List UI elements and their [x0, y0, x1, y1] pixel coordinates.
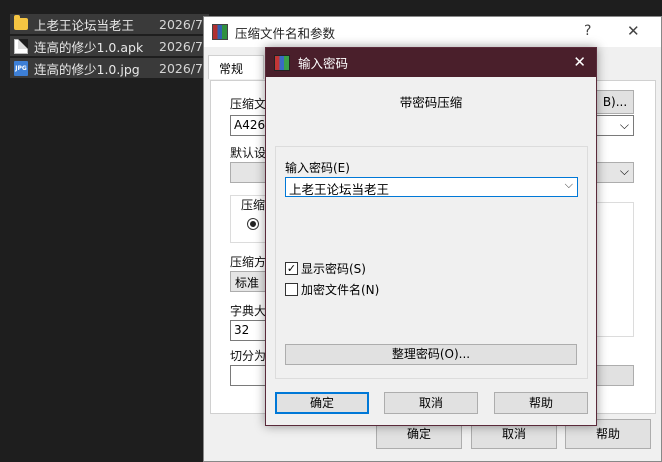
dictionary-size-select[interactable]: 32: [230, 320, 270, 341]
split-volumes-label: 切分为: [230, 349, 267, 363]
close-icon[interactable]: ✕: [573, 53, 586, 71]
encrypt-filenames-checkbox[interactable]: 加密文件名(N): [285, 281, 379, 298]
compression-method-select[interactable]: 标准: [230, 271, 270, 292]
folder-icon: [14, 15, 28, 30]
file-row-apk[interactable]: 连高的修少1.0.apk 2026/7/: [10, 36, 209, 56]
chevron-down-icon: ⌵: [619, 118, 629, 132]
close-icon[interactable]: ✕: [627, 22, 640, 40]
file-name: 上老王论坛当老王: [34, 17, 135, 33]
update-mode-select[interactable]: ⌵: [596, 162, 634, 183]
winrar-icon: [274, 54, 290, 71]
archive-format-label: 压缩: [239, 196, 268, 213]
split-volumes-input[interactable]: [230, 365, 270, 386]
file-date: 2026/7/: [159, 60, 208, 76]
default-profile-label: 默认设: [230, 146, 267, 160]
dictionary-size-label: 字典大: [230, 304, 267, 318]
password-ok-button[interactable]: 确定: [275, 392, 369, 414]
organize-passwords-button[interactable]: 整理密码(O)...: [285, 344, 577, 365]
file-date: 2026/7/: [159, 16, 208, 32]
password-cancel-button[interactable]: 取消: [384, 392, 478, 414]
archive-dialog-title: 压缩文件名和参数: [235, 25, 336, 41]
archive-dialog-titlebar: 压缩文件名和参数 ? ✕: [204, 17, 661, 47]
compression-method-label: 压缩方: [230, 255, 267, 269]
file-row-jpg[interactable]: JPG 连高的修少1.0.jpg 2026/7/: [10, 58, 209, 78]
show-password-label: 显示密码(S): [301, 262, 366, 276]
password-dialog-titlebar: 输入密码 ✕: [266, 48, 596, 77]
password-label: 输入密码(E): [285, 161, 350, 175]
password-dialog-heading: 带密码压缩: [399, 95, 463, 110]
file-date: 2026/7/: [159, 38, 208, 54]
file-name: 连高的修少1.0.jpg: [34, 61, 140, 77]
password-input[interactable]: 上老王论坛当老王 ⌵: [285, 177, 578, 197]
profile-select[interactable]: [230, 162, 270, 183]
chevron-down-icon[interactable]: ⌵: [565, 178, 573, 192]
checkbox-unchecked-icon: [285, 283, 298, 296]
encrypt-filenames-label: 加密文件名(N): [301, 283, 380, 297]
file-icon: [14, 38, 28, 54]
set-password-button[interactable]: [596, 365, 634, 386]
file-name: 连高的修少1.0.apk: [34, 39, 144, 55]
browse-button[interactable]: B)...: [596, 90, 634, 114]
password-help-button[interactable]: 帮助: [494, 392, 588, 414]
archive-name-dropdown[interactable]: ⌵: [596, 115, 634, 136]
show-password-checkbox[interactable]: ✓ 显示密码(S): [285, 260, 366, 277]
checkbox-checked-icon: ✓: [285, 262, 298, 275]
format-radio[interactable]: [247, 218, 259, 230]
password-dialog-title: 输入密码: [298, 56, 349, 71]
jpg-file-icon: JPG: [14, 60, 28, 76]
tab-general[interactable]: 常规: [208, 55, 264, 79]
password-value: 上老王论坛当老王: [289, 182, 390, 197]
archive-name-label: 压缩文: [230, 97, 267, 111]
chevron-down-icon: ⌵: [619, 164, 629, 178]
archive-options-group: [596, 202, 634, 337]
enter-password-dialog: 输入密码 ✕ 带密码压缩 输入密码(E) 上老王论坛当老王 ⌵ ✓ 显示密码(S…: [265, 47, 597, 426]
help-icon[interactable]: ?: [584, 23, 591, 39]
winrar-icon: [212, 24, 228, 40]
file-row-folder[interactable]: 上老王论坛当老王 2026/7/: [10, 14, 209, 34]
